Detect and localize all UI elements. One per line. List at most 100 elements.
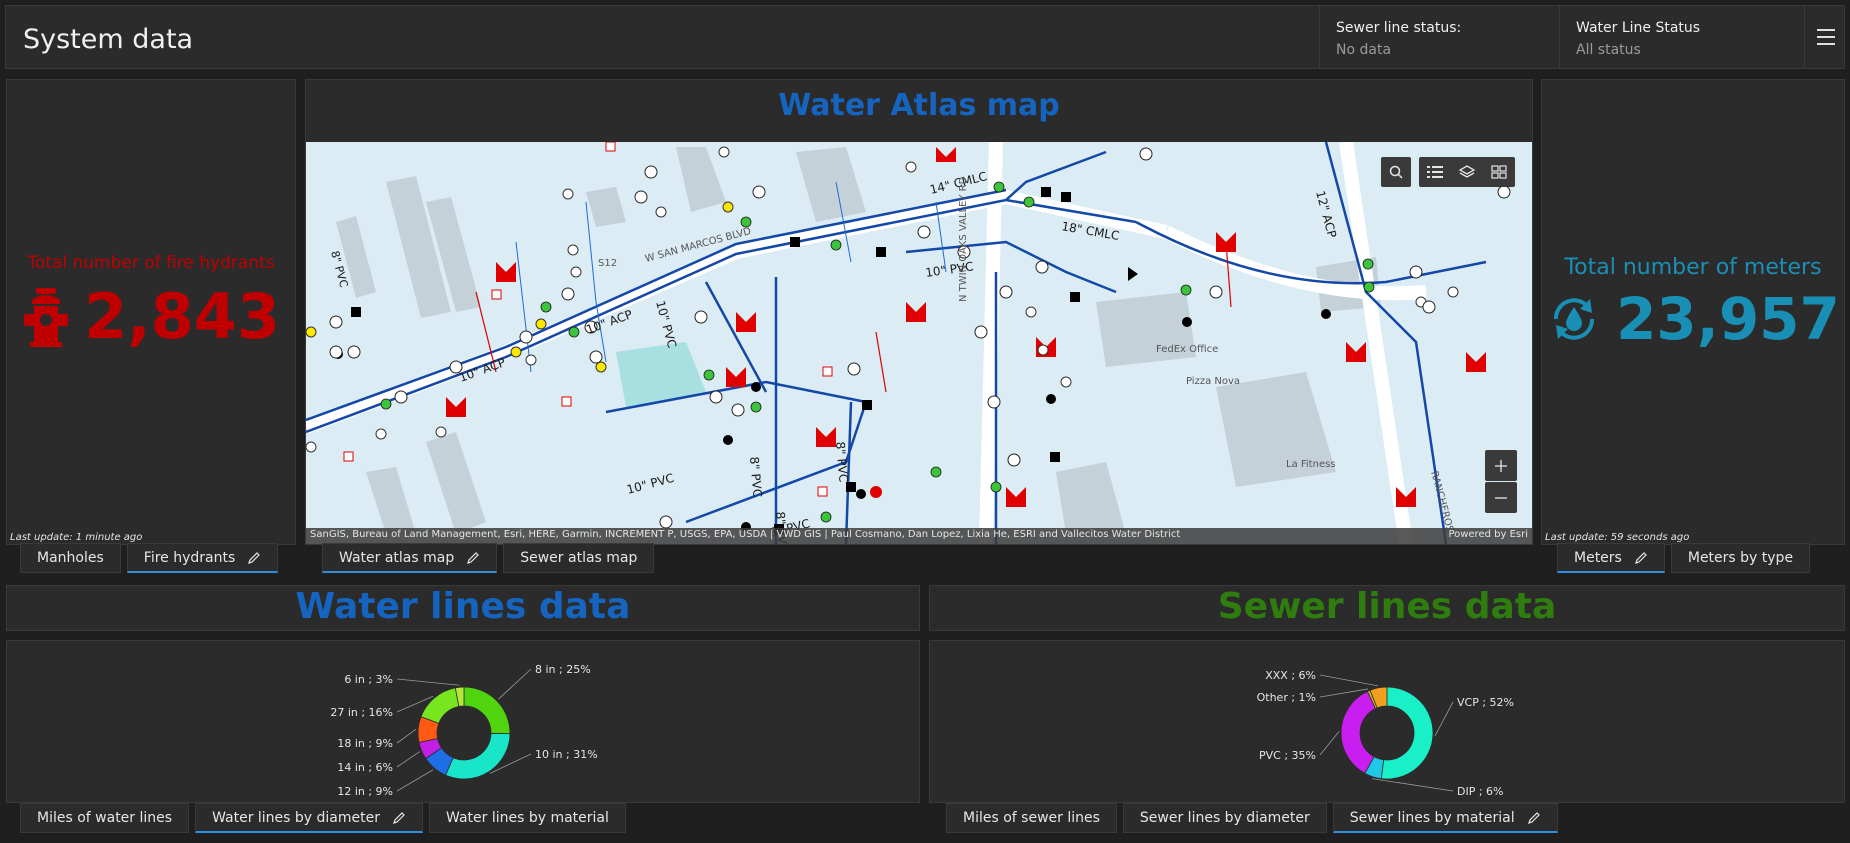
tab-water-atlas-map[interactable]: Water atlas map <box>322 543 498 573</box>
place-label: Pizza Nova <box>1186 376 1240 387</box>
powered-by-esri[interactable]: Powered by Esri <box>1448 529 1528 543</box>
plus-icon <box>1495 459 1507 472</box>
tab-meters[interactable]: Meters <box>1557 543 1665 573</box>
leader-line <box>396 769 434 792</box>
tab-label: Fire hydrants <box>143 549 236 566</box>
tab-label: Sewer lines by diameter <box>1139 810 1310 826</box>
donut-label: XXX ; 6% <box>1265 669 1316 682</box>
place-label: FedEx Office <box>1156 344 1218 355</box>
tab-label: Sewer lines by material <box>1349 809 1515 826</box>
donut-slice-10-in[interactable] <box>445 733 511 780</box>
donut-label: 27 in ; 16% <box>330 706 393 719</box>
meters-kpi-row: 23,957 <box>1542 285 1844 353</box>
sewer-lines-title: Sewer lines data <box>1217 586 1557 627</box>
water-status-value: All status <box>1576 42 1641 58</box>
sewer-status-value: No data <box>1336 42 1392 58</box>
street-label: N TWIN OAKS VALLEY RD <box>958 176 969 302</box>
sewer-lines-header: Sewer lines data <box>929 585 1845 631</box>
sewer-material-chart-panel: VCP ; 52% DIP ; 6% PVC ; 35% Other ; 1% XXX … <box>929 640 1845 803</box>
leader-line <box>1372 778 1454 792</box>
donut-slice-pvc[interactable] <box>1340 690 1377 774</box>
menu-button[interactable] <box>1804 6 1844 68</box>
pencil-icon[interactable] <box>1634 551 1648 565</box>
tab-label: Meters by type <box>1687 550 1794 566</box>
tab-miles-of-sewer-lines[interactable]: Miles of sewer lines <box>946 803 1117 833</box>
tab-label: Water atlas map <box>339 549 455 566</box>
map-tabs: Water atlas map Sewer atlas map <box>322 543 655 573</box>
page-title: System data <box>23 24 194 55</box>
route-shield: S12 <box>598 258 617 269</box>
tab-label: Meters <box>1574 549 1622 566</box>
legend-list-icon[interactable] <box>1427 165 1443 179</box>
meter-tabs: Meters Meters by type <box>1557 543 1811 573</box>
donut-label: 14 in ; 6% <box>337 761 393 774</box>
tab-label: Miles of water lines <box>37 810 173 826</box>
meters-last-update: Last update: 59 seconds ago <box>1545 532 1690 543</box>
search-icon <box>1389 165 1403 179</box>
tab-miles-of-water-lines[interactable]: Miles of water lines <box>20 803 190 833</box>
pencil-icon[interactable] <box>466 551 480 565</box>
donut-label: 12 in ; 9% <box>337 785 393 798</box>
leader-line <box>396 751 420 768</box>
water-atlas-map[interactable]: 14" CMLC 18" CMLC 10" PVC 10" PVC 10" PV… <box>306 142 1532 544</box>
tab-water-lines-by-material[interactable]: Water lines by material <box>429 803 626 833</box>
sewer-status-selector[interactable]: Sewer line status: No data <box>1319 6 1559 68</box>
hydrants-last-update: Last update: 1 minute ago <box>10 532 143 543</box>
sewer-material-donut-chart: VCP ; 52% DIP ; 6% PVC ; 35% Other ; 1% XXX … <box>1257 669 1514 798</box>
hydrant-icon <box>23 287 68 347</box>
leader-line <box>497 668 532 700</box>
tab-sewer-lines-by-diameter[interactable]: Sewer lines by diameter <box>1122 803 1327 833</box>
menu-icon-bar <box>1817 36 1835 38</box>
pencil-icon[interactable] <box>247 551 261 565</box>
tab-manholes[interactable]: Manholes <box>20 543 121 573</box>
tab-water-lines-by-diameter[interactable]: Water lines by diameter <box>195 803 423 833</box>
donut-label: VCP ; 52% <box>1457 696 1514 709</box>
zoom-out-button[interactable] <box>1485 482 1517 513</box>
water-lines-title: Water lines data <box>295 586 631 627</box>
donut-slice-27-in[interactable] <box>420 687 460 724</box>
hydrants-title: Total number of fire hydrants <box>27 253 275 273</box>
donut-label: PVC ; 35% <box>1259 749 1316 762</box>
leader-line <box>1434 701 1454 737</box>
map-search-button[interactable] <box>1381 157 1411 187</box>
water-meter-icon <box>1554 298 1595 340</box>
meters-count: 23,957 <box>1616 285 1840 353</box>
tab-meters-by-type[interactable]: Meters by type <box>1670 543 1811 573</box>
tab-label: Water lines by diameter <box>212 809 380 826</box>
meters-panel: Total number of meters 23,957 Last updat… <box>1541 79 1845 545</box>
map-attribution: SanGIS, Bureau of Land Management, Esri,… <box>306 528 1532 544</box>
zoom-in-button[interactable] <box>1485 450 1517 481</box>
layers-icon[interactable] <box>1459 165 1475 179</box>
pencil-icon[interactable] <box>392 811 406 825</box>
tab-sewer-lines-by-material[interactable]: Sewer lines by material <box>1332 803 1558 833</box>
water-diameter-chart-panel: 8 in ; 25% 10 in ; 31% 12 in ; 9% 14 in ; 6… <box>6 640 920 803</box>
map-canvas: 14" CMLC 18" CMLC 10" PVC 10" PVC 10" PV… <box>306 142 1532 544</box>
menu-icon-bar <box>1817 43 1835 45</box>
water-status-selector[interactable]: Water Line Status All status <box>1559 6 1805 68</box>
donut-label: Other ; 1% <box>1257 691 1316 704</box>
donut-label: 8 in ; 25% <box>535 663 591 676</box>
hydrants-kpi-row: 2,843 <box>7 280 295 353</box>
donut-slice-8-in[interactable] <box>463 686 511 735</box>
tab-sewer-atlas-map[interactable]: Sewer atlas map <box>503 543 655 573</box>
donut-label: DIP ; 6% <box>1457 785 1504 798</box>
tab-label: Miles of sewer lines <box>963 810 1100 826</box>
water-lines-tabs: Miles of water lines Water lines by diam… <box>20 803 626 833</box>
place-label: La Fitness <box>1286 459 1336 470</box>
leader-line <box>396 728 417 744</box>
donut-label: 10 in ; 31% <box>535 748 598 761</box>
donut-slice-vcp[interactable] <box>1380 686 1434 780</box>
map-widgets-toolbar <box>1419 157 1515 187</box>
basemap-gallery-icon[interactable] <box>1491 165 1507 179</box>
pencil-icon[interactable] <box>1527 811 1541 825</box>
hydrants-count: 2,843 <box>83 280 281 353</box>
leader-line <box>1319 731 1340 756</box>
hydrants-panel: Total number of fire hydrants 2,843 Last… <box>6 79 296 545</box>
tab-label: Manholes <box>37 550 104 566</box>
meters-title: Total number of meters <box>1564 255 1822 280</box>
leader-line <box>396 678 460 686</box>
sewer-lines-tabs: Miles of sewer lines Sewer lines by diam… <box>946 803 1558 833</box>
tab-fire-hydrants[interactable]: Fire hydrants <box>126 543 279 573</box>
water-status-label: Water Line Status <box>1576 20 1701 36</box>
leader-line <box>1319 674 1379 687</box>
